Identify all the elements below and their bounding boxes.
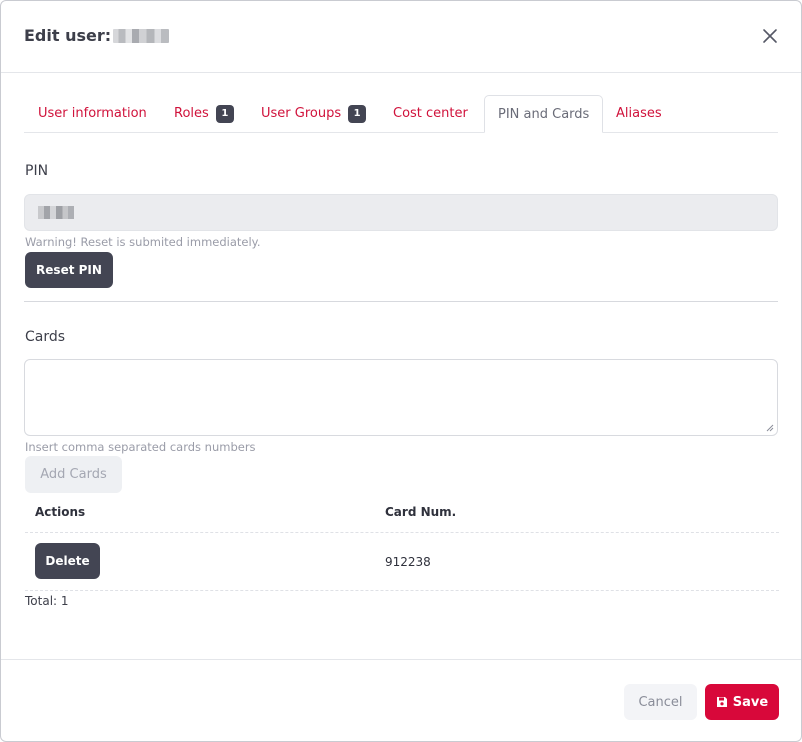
close-icon bbox=[763, 29, 777, 43]
save-button-label: Save bbox=[732, 694, 769, 710]
tab-user-groups[interactable]: User Groups 1 bbox=[261, 95, 367, 132]
row-divider bbox=[25, 532, 779, 533]
redacted-pin-value bbox=[38, 206, 74, 219]
column-header-actions: Actions bbox=[35, 505, 86, 519]
edit-user-dialog: Edit user: User information Roles 1 User… bbox=[0, 0, 802, 742]
cards-input-hint: Insert comma separated cards numbers bbox=[25, 440, 256, 454]
dialog-title: Edit user: bbox=[24, 26, 170, 45]
tab-label: Cost center bbox=[393, 106, 468, 121]
section-divider bbox=[24, 301, 778, 302]
row-divider bbox=[25, 590, 779, 591]
add-cards-button[interactable]: Add Cards bbox=[25, 456, 122, 493]
pin-field bbox=[24, 194, 778, 231]
card-number-cell: 912238 bbox=[385, 555, 431, 569]
close-button[interactable] bbox=[761, 27, 779, 45]
tab-roles[interactable]: Roles 1 bbox=[174, 95, 234, 132]
tab-cost-center[interactable]: Cost center bbox=[393, 95, 468, 132]
cancel-button[interactable]: Cancel bbox=[624, 684, 697, 720]
tab-label: Roles bbox=[174, 106, 209, 121]
resize-grip-icon[interactable] bbox=[766, 424, 774, 432]
dialog-title-text: Edit user: bbox=[24, 26, 112, 45]
tab-label: User Groups bbox=[261, 106, 342, 121]
floppy-disk-icon bbox=[716, 697, 727, 707]
tab-label: Aliases bbox=[616, 106, 662, 121]
cards-total: Total: 1 bbox=[25, 594, 69, 608]
tab-bar: User information Roles 1 User Groups 1 C… bbox=[24, 95, 778, 133]
tab-label: PIN and Cards bbox=[498, 106, 590, 122]
save-button[interactable]: Save bbox=[705, 684, 779, 720]
delete-card-button[interactable]: Delete bbox=[35, 543, 100, 579]
cards-section-title: Cards bbox=[25, 329, 66, 345]
dialog-header: Edit user: bbox=[1, 1, 801, 73]
reset-pin-button[interactable]: Reset PIN bbox=[25, 252, 113, 288]
dialog-footer: Cancel Save bbox=[1, 659, 801, 741]
pin-reset-warning: Warning! Reset is submited immediately. bbox=[25, 235, 261, 249]
tab-user-information[interactable]: User information bbox=[38, 95, 147, 132]
tab-label: User information bbox=[38, 106, 147, 121]
user-groups-count-badge: 1 bbox=[348, 104, 367, 123]
pin-section-title: PIN bbox=[25, 163, 49, 179]
column-header-card-number: Card Num. bbox=[385, 505, 457, 519]
roles-count-badge: 1 bbox=[215, 104, 234, 123]
redacted-username bbox=[113, 28, 170, 43]
tab-aliases[interactable]: Aliases bbox=[616, 95, 662, 132]
tab-pin-and-cards[interactable]: PIN and Cards bbox=[484, 95, 604, 133]
cards-input[interactable] bbox=[24, 359, 778, 436]
